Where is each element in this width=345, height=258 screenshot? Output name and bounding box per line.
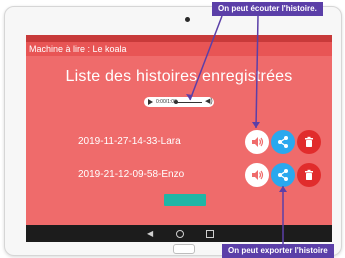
audio-player[interactable]: 0:00/1:00 ◀)	[144, 97, 214, 107]
tablet-home-button[interactable]	[173, 244, 195, 254]
app-bar: Machine à lire : Le koala	[26, 42, 332, 56]
share-button[interactable]	[271, 130, 295, 154]
speaker-icon	[252, 137, 264, 147]
share-icon	[278, 136, 288, 148]
play-icon[interactable]	[148, 99, 153, 105]
action-button[interactable]	[164, 194, 206, 206]
delete-button[interactable]	[297, 130, 321, 154]
volume-icon[interactable]: ◀)	[205, 98, 213, 106]
camera-dot	[185, 17, 190, 22]
app-title: Machine à lire : Le koala	[29, 44, 127, 54]
back-icon[interactable]: ◀	[147, 229, 153, 238]
android-nav-bar: ◀	[26, 225, 332, 242]
status-bar	[26, 35, 332, 42]
callout-listen: On peut écouter l'histoire.	[212, 2, 323, 16]
player-progress-track[interactable]	[174, 102, 202, 103]
trash-icon	[305, 136, 313, 147]
player-progress-knob[interactable]	[174, 100, 178, 104]
story-label: 2019-21-12-09-58-Enzo	[78, 169, 185, 180]
recent-apps-icon[interactable]	[206, 230, 214, 238]
listen-button[interactable]	[245, 130, 269, 154]
callout-export: On peut exporter l'histoire	[222, 244, 334, 258]
speaker-icon	[252, 170, 264, 180]
app-screen: Machine à lire : Le koala Liste des hist…	[26, 35, 332, 242]
trash-icon	[305, 169, 313, 180]
home-icon[interactable]	[176, 230, 184, 238]
delete-button[interactable]	[297, 163, 321, 187]
share-button[interactable]	[271, 163, 295, 187]
story-row: 2019-21-12-09-58-Enzo	[26, 163, 332, 189]
story-label: 2019-11-27-14-33-Lara	[78, 136, 181, 147]
listen-button[interactable]	[245, 163, 269, 187]
story-row: 2019-11-27-14-33-Lara	[26, 130, 332, 156]
page-title: Liste des histoires enregistrées	[65, 68, 293, 85]
share-icon	[278, 169, 288, 181]
